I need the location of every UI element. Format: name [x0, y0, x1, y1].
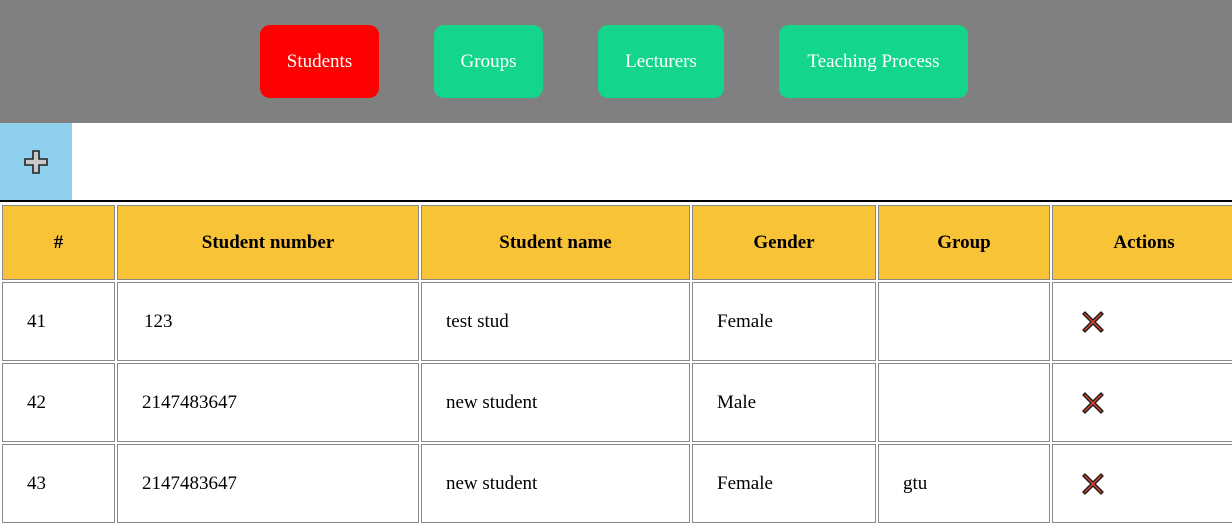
column-header-student-name: Student name: [421, 205, 690, 280]
table-row: 41 123 test stud Female: [2, 282, 1232, 361]
top-navbar: Students Groups Lecturers Teaching Proce…: [0, 0, 1232, 123]
cell-student-name: test stud: [421, 282, 690, 361]
nav-students-button[interactable]: Students: [260, 25, 379, 98]
delete-x-icon[interactable]: [1081, 310, 1105, 334]
cell-student-number: 123: [117, 282, 419, 361]
divider-line: [0, 200, 1232, 202]
cell-group: [878, 363, 1050, 442]
column-header-gender: Gender: [692, 205, 876, 280]
cell-student-number: 2147483647: [117, 444, 419, 523]
column-header-actions: Actions: [1052, 205, 1232, 280]
delete-x-icon[interactable]: [1081, 472, 1105, 496]
column-header-id: #: [2, 205, 115, 280]
add-student-button[interactable]: [0, 123, 72, 200]
column-header-group: Group: [878, 205, 1050, 280]
delete-x-icon[interactable]: [1081, 391, 1105, 415]
nav-groups-button[interactable]: Groups: [434, 25, 543, 98]
cell-gender: Male: [692, 363, 876, 442]
cell-gender: Female: [692, 282, 876, 361]
table-row: 42 2147483647 new student Male: [2, 363, 1232, 442]
cell-actions: [1052, 444, 1232, 523]
cell-id: 42: [2, 363, 115, 442]
nav-lecturers-button[interactable]: Lecturers: [598, 25, 724, 98]
students-table: # Student number Student name Gender Gro…: [0, 203, 1232, 525]
cell-id: 43: [2, 444, 115, 523]
column-header-student-number: Student number: [117, 205, 419, 280]
cell-student-name: new student: [421, 363, 690, 442]
cell-actions: [1052, 282, 1232, 361]
table-header-row: # Student number Student name Gender Gro…: [2, 205, 1232, 280]
nav-teaching-process-button[interactable]: Teaching Process: [779, 25, 968, 98]
cell-id: 41: [2, 282, 115, 361]
table-row: 43 2147483647 new student Female gtu: [2, 444, 1232, 523]
cell-student-name: new student: [421, 444, 690, 523]
cell-actions: [1052, 363, 1232, 442]
cell-student-number: 2147483647: [117, 363, 419, 442]
plus-icon: [24, 149, 48, 174]
cell-group: [878, 282, 1050, 361]
cell-gender: Female: [692, 444, 876, 523]
cell-group: gtu: [878, 444, 1050, 523]
